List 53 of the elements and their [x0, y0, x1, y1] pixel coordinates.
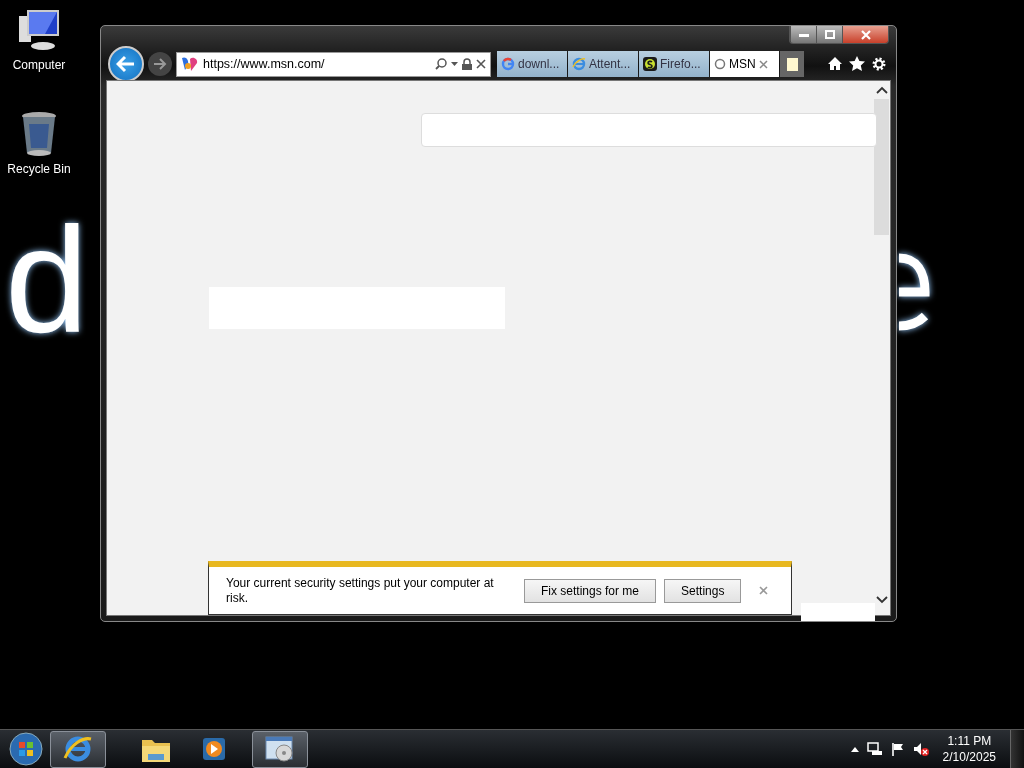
minimize-icon — [798, 32, 809, 37]
home-icon[interactable] — [827, 56, 843, 71]
browser-tab[interactable]: downl... — [497, 51, 567, 77]
notification-button[interactable]: Fix settings for me — [524, 578, 657, 603]
speaker-muted-icon[interactable] — [912, 742, 929, 756]
caret-up-icon[interactable] — [850, 746, 859, 752]
ie-icon — [63, 734, 93, 764]
clock[interactable]: 1:11 PM 2/10/2025 — [936, 733, 1002, 765]
scrollbar-thumb[interactable] — [874, 99, 889, 235]
close-button[interactable] — [842, 26, 888, 43]
notification-message: Your current security settings put your computer at risk. — [226, 575, 495, 606]
close-icon — [476, 59, 486, 69]
notification-button[interactable]: Settings — [664, 578, 742, 603]
maximize-icon — [824, 30, 835, 39]
forward-button[interactable] — [148, 52, 172, 76]
search-icon — [435, 58, 447, 70]
loading-icon — [714, 58, 726, 70]
logo-icon — [643, 57, 657, 71]
close-icon — [758, 59, 768, 69]
star-icon[interactable] — [849, 56, 865, 71]
desktop-icon-label[interactable]: Computer — [12, 58, 66, 72]
forward-arrow-icon — [153, 58, 167, 70]
desktop-icon-label[interactable]: Recycle Bin — [7, 162, 71, 176]
windows-logo-icon — [9, 732, 43, 766]
google-icon — [501, 57, 515, 71]
taskbar-button[interactable] — [50, 730, 106, 768]
back-button[interactable] — [108, 46, 144, 82]
search-field[interactable] — [421, 113, 877, 147]
settings-icon[interactable] — [871, 56, 887, 72]
maximize-button[interactable] — [816, 26, 842, 43]
close-icon[interactable] — [759, 586, 769, 595]
media-player-icon — [201, 736, 227, 762]
minimize-button[interactable] — [790, 26, 816, 43]
browser-tab[interactable]: MSN — [710, 51, 779, 77]
caret-icon — [451, 62, 458, 66]
window-disc-icon — [264, 734, 296, 764]
recycle-bin-icon[interactable] — [19, 110, 59, 158]
wallpaper-letter: d — [5, 205, 89, 355]
browser-tab[interactable]: Firefo... — [639, 51, 709, 77]
flag-icon[interactable] — [890, 742, 905, 756]
show-desktop-button[interactable] — [1010, 730, 1024, 768]
network-icon[interactable] — [866, 742, 883, 756]
new-tab-icon — [786, 57, 798, 71]
close-icon — [860, 29, 871, 40]
address-field[interactable]: https://www.msn.com/ — [176, 51, 491, 77]
scroll-down-icon — [875, 593, 888, 605]
back-arrow-icon — [116, 55, 136, 73]
ie-icon — [572, 57, 586, 71]
taskbar-button[interactable] — [252, 730, 308, 768]
browser-tab[interactable]: Attent... — [568, 51, 638, 77]
lock-icon — [462, 58, 472, 70]
msn-logo-icon — [181, 56, 199, 72]
new-tab-button[interactable] — [780, 51, 804, 77]
